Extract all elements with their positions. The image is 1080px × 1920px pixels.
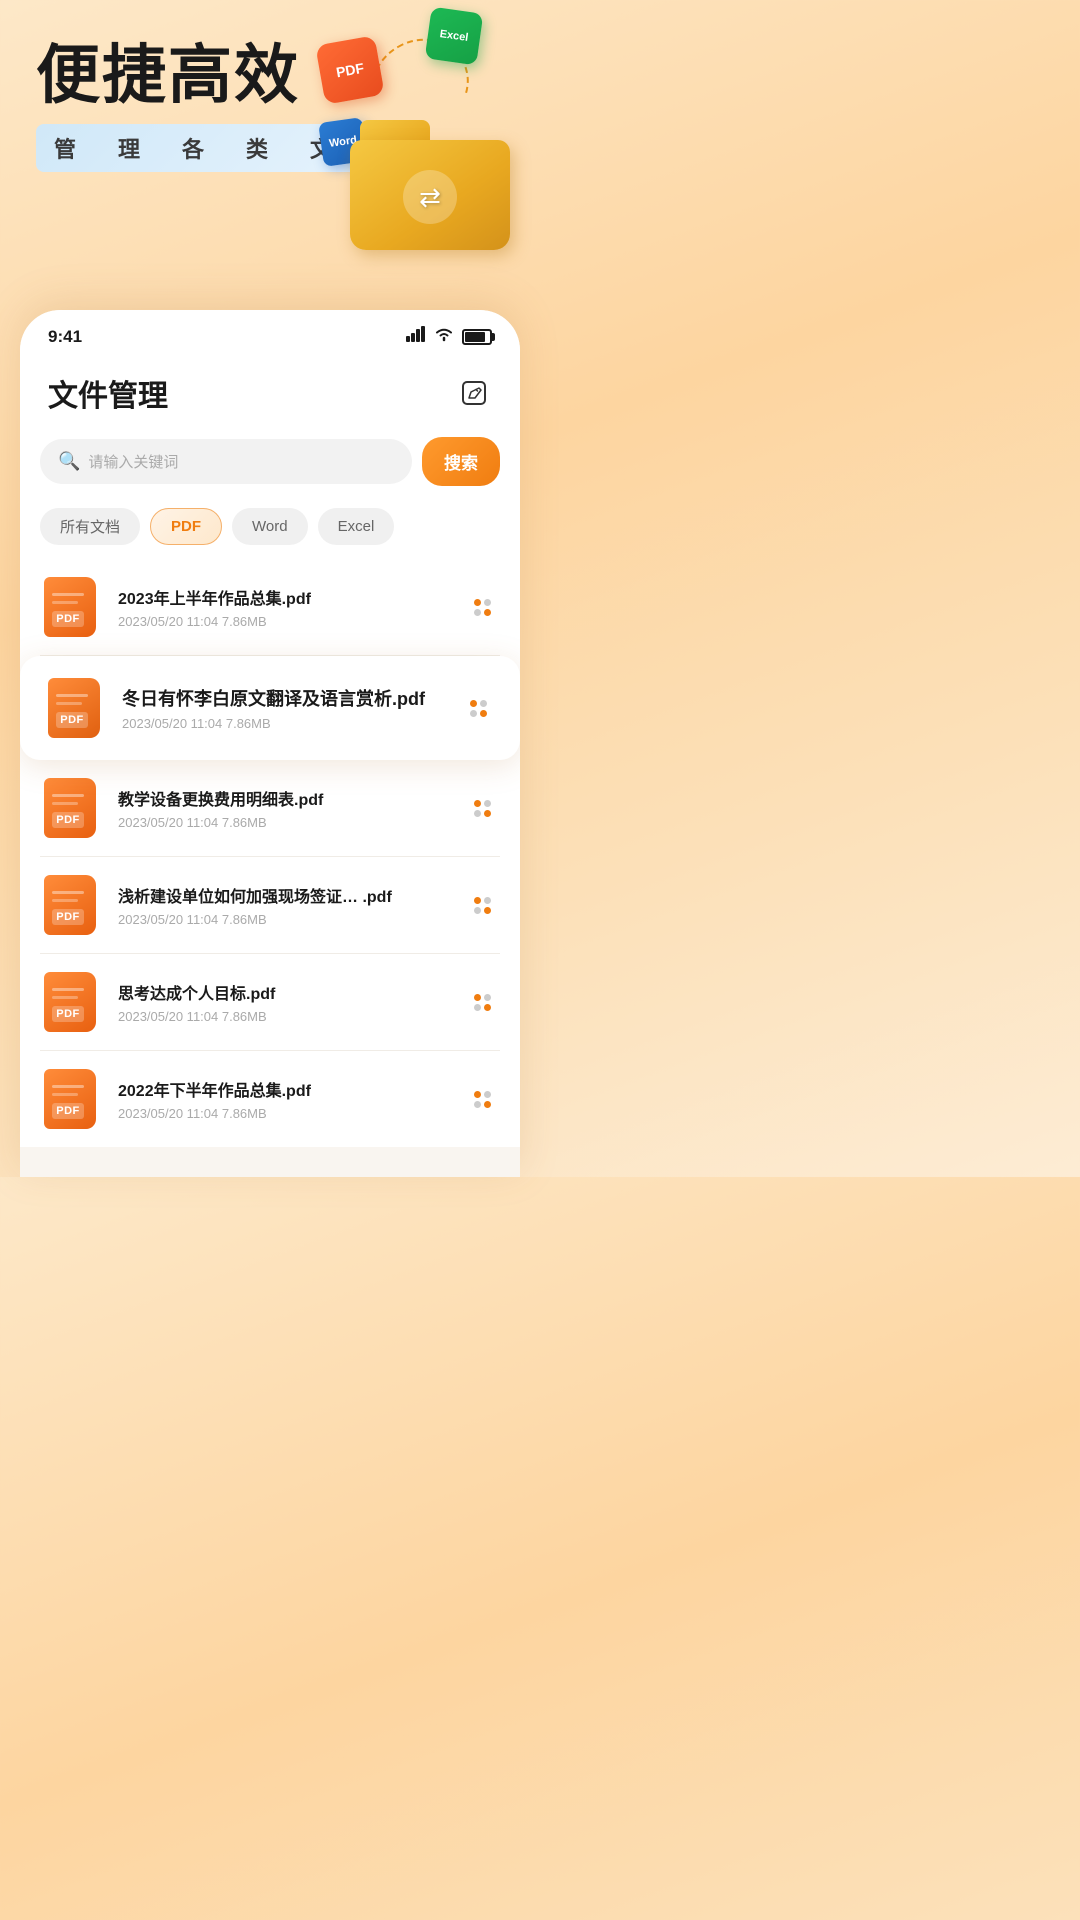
status-bar: 9:41 <box>20 310 520 355</box>
more-dots-icon <box>474 800 491 817</box>
edit-icon[interactable] <box>456 375 492 411</box>
file-name: 2022年下半年作品总集.pdf <box>118 1077 450 1101</box>
file-icon-pdf: PDF <box>40 575 104 639</box>
file-name: 思考达成个人目标.pdf <box>118 980 450 1004</box>
filter-tabs: 所有文档 PDF Word Excel <box>20 500 520 559</box>
wifi-icon <box>434 326 454 347</box>
more-dots-icon <box>470 700 487 717</box>
file-meta: 2023/05/20 11:04 7.86MB <box>118 614 450 629</box>
app-header: 文件管理 <box>20 355 520 427</box>
tab-pdf[interactable]: PDF <box>150 508 222 545</box>
file-more-button[interactable] <box>460 690 496 726</box>
file-icon-pdf: PDF <box>44 676 108 740</box>
hero-illustration: PDF Excel Word ⇄ <box>300 10 520 260</box>
file-info: 2023年上半年作品总集.pdf 2023/05/20 11:04 7.86MB <box>118 585 450 629</box>
folder-illustration: ⇄ <box>350 120 510 250</box>
folder-body: ⇄ <box>350 140 510 250</box>
file-meta: 2023/05/20 11:04 7.86MB <box>118 1009 450 1024</box>
more-dots-icon <box>474 1091 491 1108</box>
list-item[interactable]: PDF 2022年下半年作品总集.pdf 2023/05/20 11:04 7.… <box>40 1051 500 1147</box>
excel-badge-icon: Excel <box>425 7 484 66</box>
battery-icon <box>462 329 492 345</box>
file-info: 思考达成个人目标.pdf 2023/05/20 11:04 7.86MB <box>118 980 450 1024</box>
file-more-button[interactable] <box>464 1081 500 1117</box>
file-name: 教学设备更换费用明细表.pdf <box>118 786 450 810</box>
file-more-button[interactable] <box>464 984 500 1020</box>
file-info: 冬日有怀李白原文翻译及语言赏析.pdf 2023/05/20 11:04 7.8… <box>122 685 446 731</box>
file-meta: 2023/05/20 11:04 7.86MB <box>118 1106 450 1121</box>
pdf-icon: PDF <box>40 970 104 1034</box>
tab-word[interactable]: Word <box>232 508 308 545</box>
more-dots-icon <box>474 897 491 914</box>
file-more-button[interactable] <box>464 589 500 625</box>
file-list: PDF 2023年上半年作品总集.pdf 2023/05/20 11:04 7.… <box>20 559 520 1147</box>
list-item-highlighted[interactable]: PDF 冬日有怀李白原文翻译及语言赏析.pdf 2023/05/20 11:04… <box>20 656 520 760</box>
file-info: 浅析建设单位如何加强现场签证… .pdf 2023/05/20 11:04 7.… <box>118 883 450 927</box>
list-item[interactable]: PDF 浅析建设单位如何加强现场签证… .pdf 2023/05/20 11:0… <box>40 857 500 954</box>
file-meta: 2023/05/20 11:04 7.86MB <box>118 912 450 927</box>
pdf-badge-icon: PDF <box>315 35 385 105</box>
file-meta: 2023/05/20 11:04 7.86MB <box>118 815 450 830</box>
file-info: 教学设备更换费用明细表.pdf 2023/05/20 11:04 7.86MB <box>118 786 450 830</box>
search-button[interactable]: 搜索 <box>422 437 500 486</box>
pdf-icon: PDF <box>40 575 104 639</box>
file-icon-pdf: PDF <box>40 873 104 937</box>
status-time: 9:41 <box>48 327 82 347</box>
list-item[interactable]: PDF 教学设备更换费用明细表.pdf 2023/05/20 11:04 7.8… <box>40 760 500 857</box>
folder-arrow-icon: ⇄ <box>403 170 457 224</box>
status-icons <box>406 326 492 347</box>
search-placeholder: 请输入关键词 <box>88 451 178 472</box>
file-icon-pdf: PDF <box>40 1067 104 1131</box>
file-meta: 2023/05/20 11:04 7.86MB <box>122 716 446 731</box>
file-icon-pdf: PDF <box>40 776 104 840</box>
file-name: 冬日有怀李白原文翻译及语言赏析.pdf <box>122 685 446 711</box>
tab-all-docs[interactable]: 所有文档 <box>40 508 140 545</box>
pdf-icon: PDF <box>40 1067 104 1131</box>
signal-icon <box>406 326 426 347</box>
file-name: 2023年上半年作品总集.pdf <box>118 585 450 609</box>
list-item[interactable]: PDF 思考达成个人目标.pdf 2023/05/20 11:04 7.86MB <box>40 954 500 1051</box>
phone-mockup: 9:41 文件管理 <box>20 310 520 1177</box>
file-more-button[interactable] <box>464 887 500 923</box>
search-input-wrapper[interactable]: 🔍 请输入关键词 <box>40 439 412 484</box>
file-name: 浅析建设单位如何加强现场签证… .pdf <box>118 883 450 907</box>
app-title: 文件管理 <box>48 371 168 415</box>
tab-excel[interactable]: Excel <box>318 508 395 545</box>
search-icon: 🔍 <box>58 451 80 472</box>
search-container: 🔍 请输入关键词 搜索 <box>20 427 520 500</box>
hero-section: 便捷高效 管 理 各 类 文 件 PDF Excel Word ⇄ <box>0 0 540 300</box>
more-dots-icon <box>474 599 491 616</box>
pdf-icon: PDF <box>40 873 104 937</box>
more-dots-icon <box>474 994 491 1011</box>
battery-fill <box>465 332 485 342</box>
folder-tab <box>360 120 430 142</box>
pdf-icon: PDF <box>44 676 108 740</box>
file-icon-pdf: PDF <box>40 970 104 1034</box>
file-info: 2022年下半年作品总集.pdf 2023/05/20 11:04 7.86MB <box>118 1077 450 1121</box>
list-item[interactable]: PDF 2023年上半年作品总集.pdf 2023/05/20 11:04 7.… <box>40 559 500 656</box>
file-more-button[interactable] <box>464 790 500 826</box>
pdf-icon: PDF <box>40 776 104 840</box>
